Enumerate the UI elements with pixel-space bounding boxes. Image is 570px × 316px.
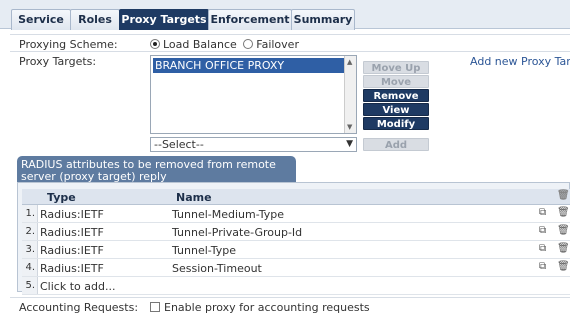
row-type: Radius:IETF	[40, 244, 104, 257]
row-type: Radius:IETF	[40, 262, 104, 275]
chevron-down-icon: ▼	[346, 139, 353, 149]
accounting-requests-label: Accounting Requests:	[19, 301, 139, 314]
row-name: Tunnel-Private-Group-Id	[172, 226, 303, 239]
listbox-scrollbar[interactable]: ▲ ▼	[344, 56, 356, 133]
copy-icon[interactable]: ⧉	[539, 207, 546, 218]
failover-radio[interactable]	[243, 39, 254, 49]
row-type: Radius:IETF	[40, 226, 104, 239]
tab-bar: Service Roles Proxy Targets Enforcement …	[0, 0, 570, 30]
row-number: 1.	[22, 205, 38, 222]
radius-attributes-title: RADIUS attributes to be removed from rem…	[17, 156, 296, 183]
proxying-scheme-options: Load Balance Failover	[150, 38, 299, 51]
add-row[interactable]: 5. Click to add...	[22, 277, 570, 295]
proxy-targets-label: Proxy Targets:	[19, 55, 97, 68]
move-down-button[interactable]: Move Down	[363, 75, 429, 101]
proxying-scheme-label: Proxying Scheme:	[19, 38, 118, 51]
trash-icon[interactable]: 🗑	[557, 190, 570, 201]
add-new-proxy-target-link[interactable]: Add new Proxy Target	[470, 55, 570, 68]
trash-icon[interactable]: 🗑	[557, 261, 570, 272]
trash-icon[interactable]: 🗑	[557, 243, 570, 254]
add-button[interactable]: Add	[363, 138, 429, 151]
row-name: Session-Timeout	[172, 262, 262, 275]
row-name: Tunnel-Medium-Type	[172, 208, 284, 221]
trash-icon[interactable]: 🗑	[557, 225, 570, 236]
proxy-targets-listbox[interactable]: BRANCH OFFICE PROXY ▲ ▼	[150, 55, 357, 134]
view-details-button[interactable]: View Details	[363, 103, 429, 129]
row-number: 2.	[22, 223, 38, 240]
table-row[interactable]: 1. Radius:IETF Tunnel-Medium-Type ⧉ 🗑	[22, 205, 570, 223]
row-number: 3.	[22, 241, 38, 258]
tab-enforcement[interactable]: Enforcement	[208, 9, 292, 30]
remove-button[interactable]: Remove	[363, 89, 429, 102]
table-row[interactable]: 2. Radius:IETF Tunnel-Private-Group-Id ⧉…	[22, 223, 570, 241]
click-to-add-label[interactable]: Click to add...	[40, 280, 115, 293]
table-header: Type Name 🗑	[22, 189, 570, 205]
enable-proxy-accounting-label: Enable proxy for accounting requests	[164, 301, 370, 314]
divider	[10, 34, 570, 35]
copy-icon[interactable]: ⧉	[539, 261, 546, 272]
proxy-target-select[interactable]: --Select-- ▼	[150, 137, 357, 152]
select-value: --Select--	[154, 138, 204, 151]
row-number: 4.	[22, 259, 38, 276]
trash-icon[interactable]: 🗑	[557, 207, 570, 218]
scroll-up-icon[interactable]: ▲	[347, 58, 352, 66]
modify-button[interactable]: Modify	[363, 117, 429, 130]
table-row[interactable]: 4. Radius:IETF Session-Timeout ⧉ 🗑	[22, 259, 570, 277]
tab-summary[interactable]: Summary	[291, 9, 355, 30]
row-number: 5.	[22, 277, 38, 294]
move-up-button[interactable]: Move Up	[363, 61, 429, 74]
tab-proxy-targets[interactable]: Proxy Targets	[119, 9, 209, 30]
accounting-checkbox-row: Enable proxy for accounting requests	[150, 301, 370, 314]
scroll-down-icon[interactable]: ▼	[347, 123, 352, 131]
load-balance-radio[interactable]	[150, 39, 160, 49]
divider	[10, 51, 570, 52]
load-balance-label: Load Balance	[163, 38, 237, 51]
divider	[10, 297, 570, 298]
type-column-header: Type	[47, 191, 76, 204]
failover-label: Failover	[256, 38, 299, 51]
tab-roles[interactable]: Roles	[70, 9, 120, 30]
copy-icon[interactable]: ⧉	[539, 225, 546, 236]
table-row[interactable]: 3. Radius:IETF Tunnel-Type ⧉ 🗑	[22, 241, 570, 259]
tab-service[interactable]: Service	[11, 9, 71, 30]
row-name: Tunnel-Type	[172, 244, 237, 257]
row-type: Radius:IETF	[40, 208, 104, 221]
enable-proxy-accounting-checkbox[interactable]	[150, 302, 160, 312]
list-item[interactable]: BRANCH OFFICE PROXY	[153, 58, 354, 73]
name-column-header: Name	[176, 191, 212, 204]
copy-icon[interactable]: ⧉	[539, 243, 546, 254]
